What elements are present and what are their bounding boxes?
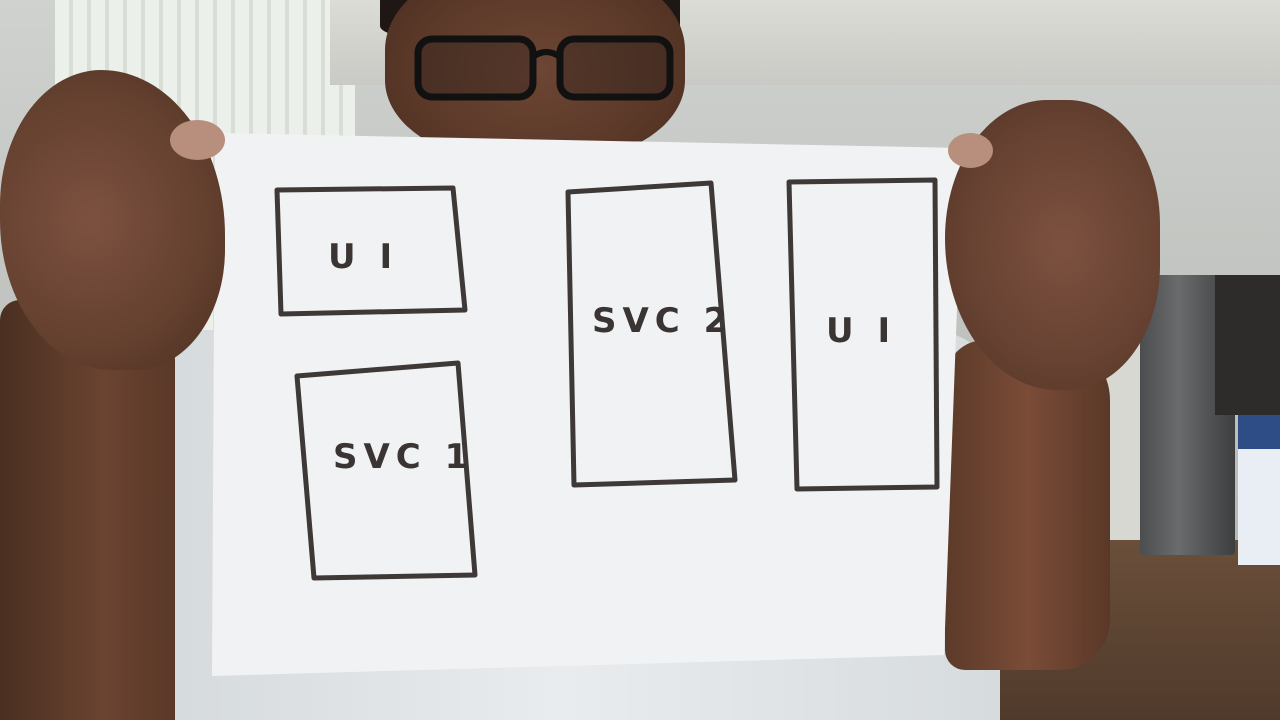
sketch-label-ui-right: U I — [826, 311, 896, 351]
right-thumbnail — [948, 133, 993, 168]
sketch-label-ui-top-left: U I — [328, 237, 398, 277]
sketch-label-svc1: SVC 1 — [333, 437, 474, 477]
photo-scene: U I SVC 2 U I SVC 1 — [0, 0, 1280, 720]
paper-sheet — [212, 133, 963, 676]
left-thumbnail — [170, 120, 225, 160]
sketch-label-svc2: SVC 2 — [592, 301, 733, 341]
